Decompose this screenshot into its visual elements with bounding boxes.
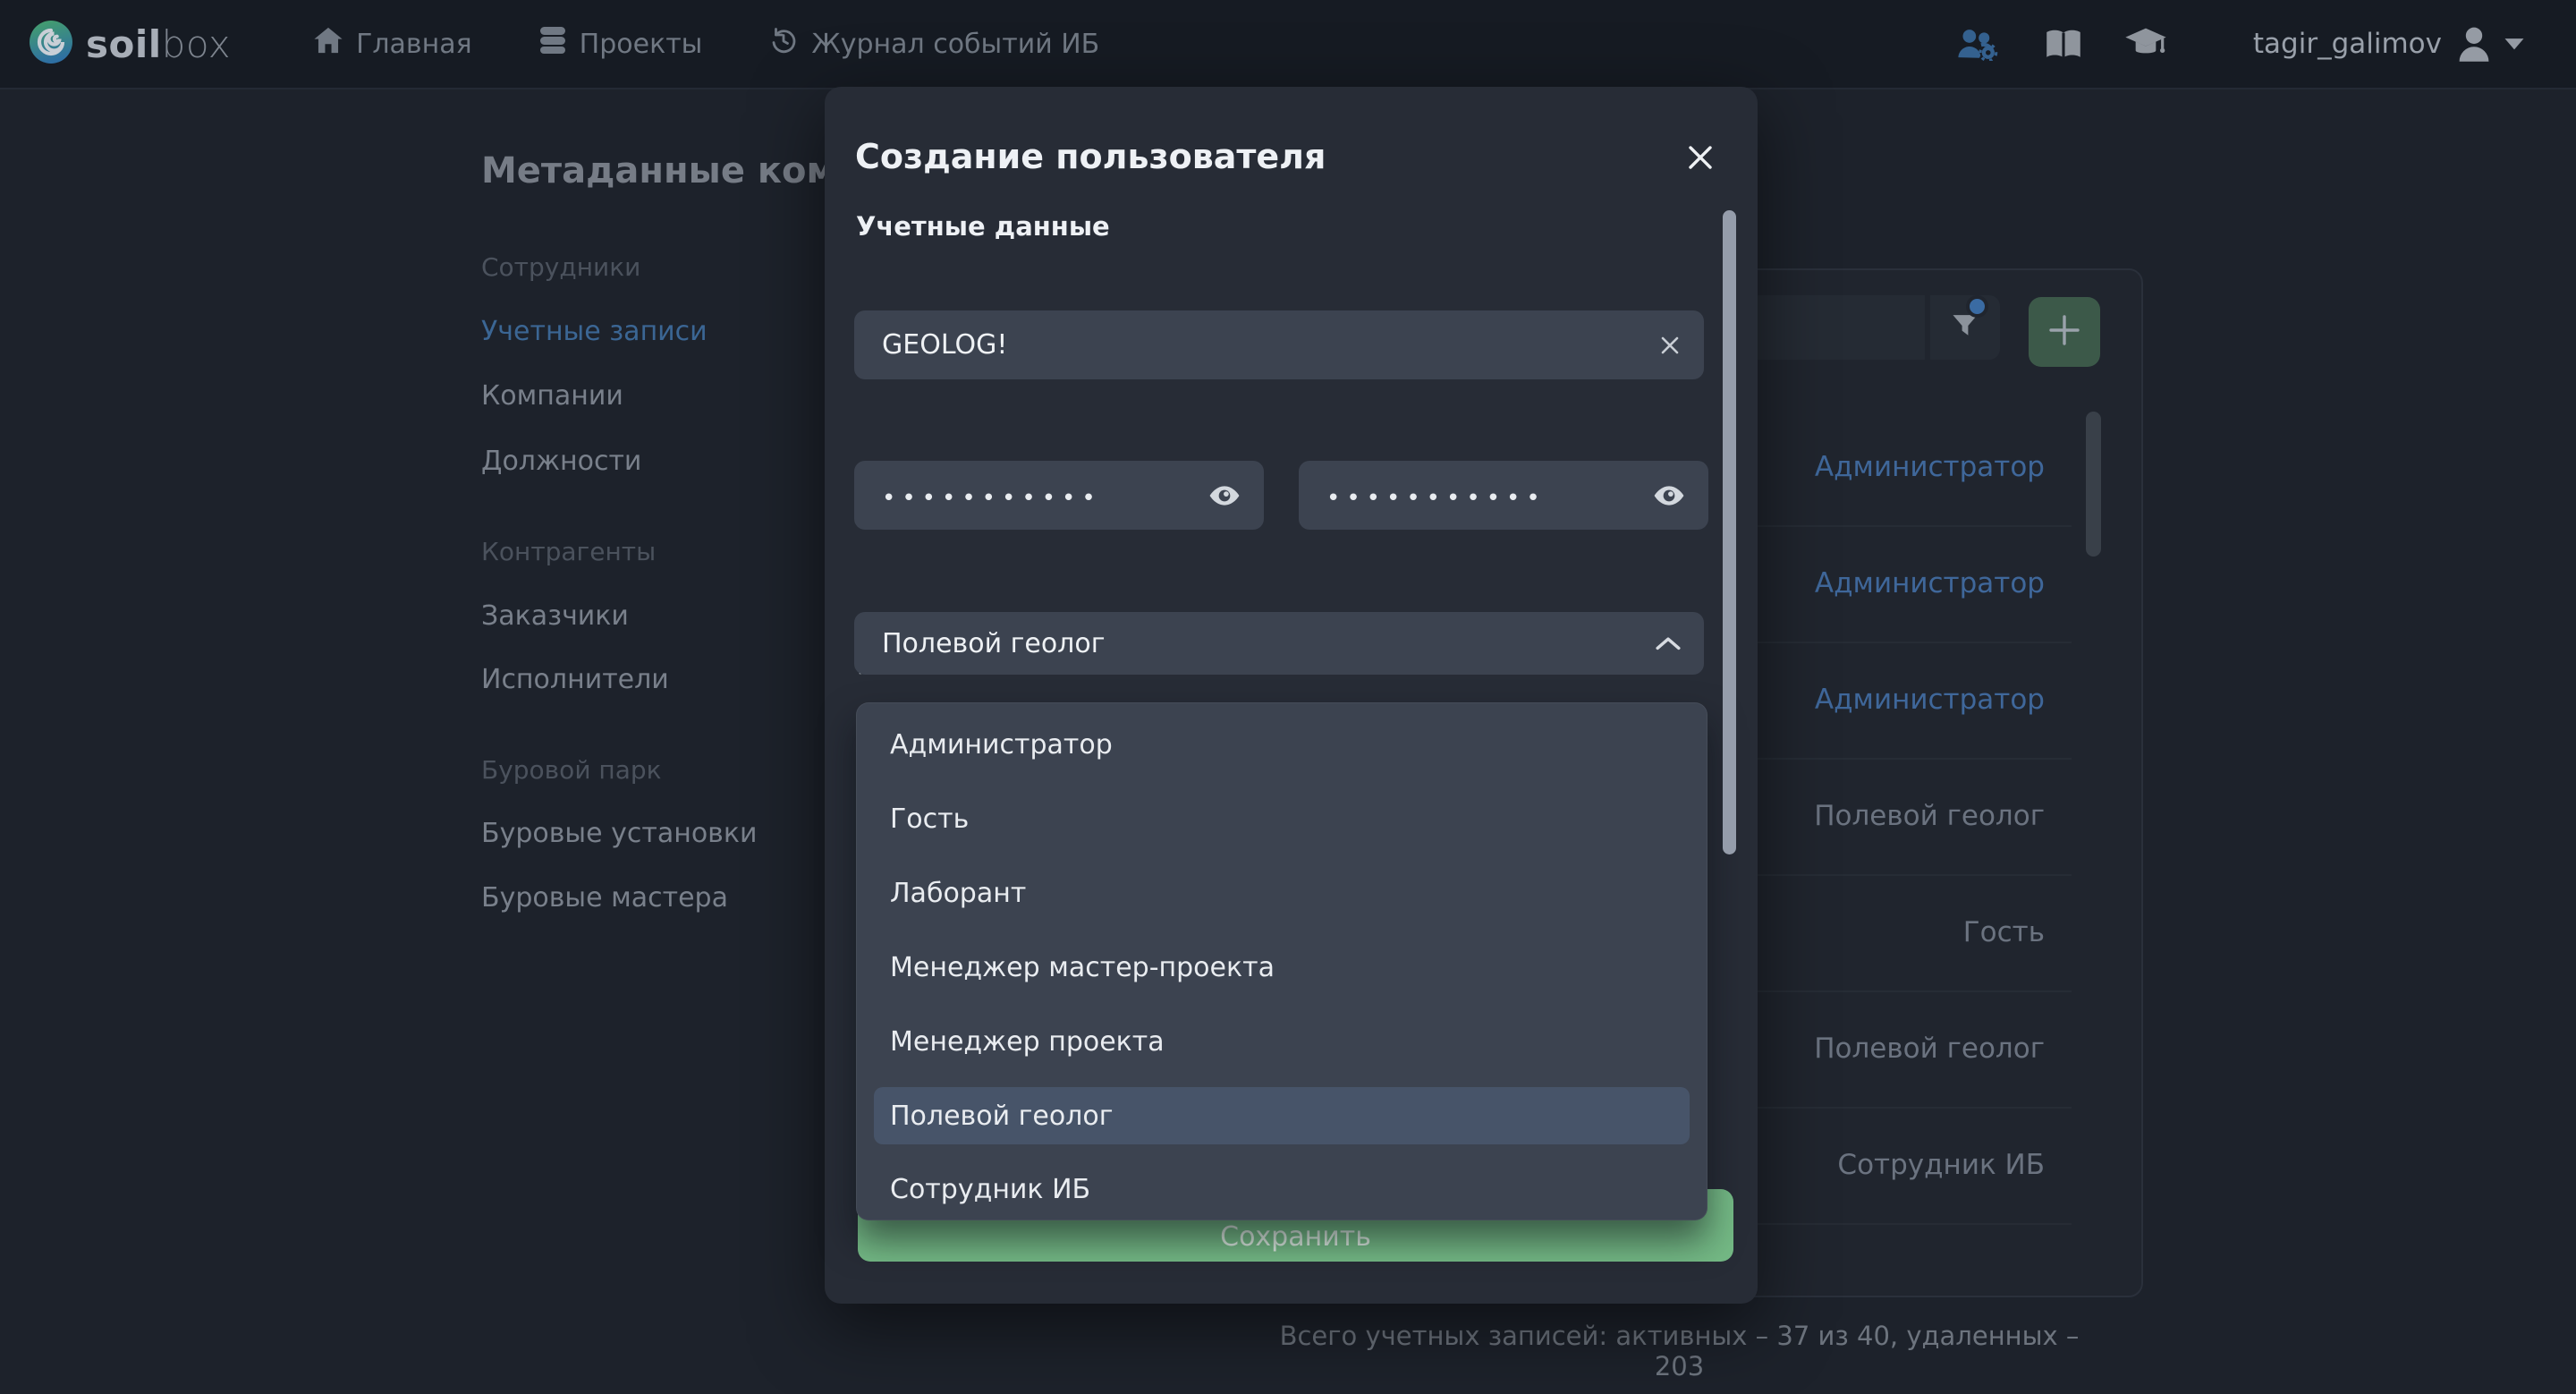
modal-title: Создание пользователя [855, 137, 1326, 176]
brand-name: soilbox [86, 22, 231, 66]
nav-home[interactable]: Главная [313, 26, 472, 62]
chevron-down-icon[interactable] [2504, 38, 2524, 50]
app-window: soilbox Главная Проекты [0, 0, 2576, 1394]
training-cap-icon[interactable] [2124, 26, 2167, 62]
filter-button[interactable] [1930, 295, 2000, 360]
sidebar-item-drill-masters[interactable]: Буровые мастера [481, 882, 728, 914]
nav-home-label: Главная [356, 29, 472, 60]
password-masked-value: ••••••••••• [882, 485, 1102, 512]
home-icon [313, 26, 343, 62]
table-row-role[interactable]: Полевой геолог [1814, 800, 2045, 832]
role-option-guest[interactable]: Гость [857, 782, 1707, 856]
modal-scrollbar-thumb[interactable] [1723, 210, 1736, 854]
role-dropdown-list: Администратор Гость Лаборант Менеджер ма… [856, 702, 1707, 1220]
funnel-icon [1952, 314, 1979, 341]
user-management-icon[interactable] [1956, 27, 1999, 61]
table-row-role[interactable]: Администратор [1815, 451, 2045, 483]
sidebar-item-companies[interactable]: Компании [481, 380, 623, 412]
sidebar-item-drill-rigs[interactable]: Буровые установки [481, 818, 757, 849]
soilbox-spiral-icon [30, 21, 72, 67]
sidebar-item-positions[interactable]: Должности [481, 446, 641, 477]
password-field[interactable]: ••••••••••• [854, 461, 1264, 530]
chevron-up-icon [1656, 636, 1681, 650]
create-user-modal: Создание пользователя Учетные данные Лог… [825, 87, 1758, 1304]
table-scrollbar-thumb[interactable] [2086, 412, 2101, 557]
nav-security-log[interactable]: Журнал событий ИБ [768, 25, 1099, 63]
nav-security-log-label: Журнал событий ИБ [811, 29, 1099, 60]
sidebar-header-employees: Сотрудники [481, 252, 640, 282]
database-icon [538, 26, 567, 62]
role-option-administrator[interactable]: Администратор [857, 708, 1707, 782]
role-select[interactable]: Полевой геолог [854, 612, 1704, 675]
clear-input-icon[interactable] [1659, 335, 1681, 356]
top-navigation-bar: soilbox Главная Проекты [0, 0, 2576, 89]
sidebar-item-executors[interactable]: Исполнители [481, 664, 669, 695]
table-row-role[interactable]: Сотрудник ИБ [1837, 1149, 2045, 1181]
credentials-section-header: Учетные данные [856, 211, 1110, 242]
role-selected-value: Полевой геолог [882, 628, 1105, 659]
table-row-role[interactable]: Полевой геолог [1814, 1033, 2045, 1065]
user-avatar-icon[interactable] [2456, 25, 2492, 63]
main-nav: Главная Проекты [313, 25, 1165, 63]
role-option-master-project-manager[interactable]: Менеджер мастер-проекта [857, 931, 1707, 1005]
sidebar-header-contractors: Контрагенты [481, 537, 656, 566]
eye-icon[interactable] [1208, 484, 1241, 507]
sidebar-item-accounts[interactable]: Учетные записи [481, 316, 708, 347]
filter-notification-dot [1966, 295, 1988, 318]
topbar-actions: tagir_galimov [1956, 25, 2524, 63]
docs-book-icon[interactable] [2044, 27, 2083, 61]
eye-icon[interactable] [1653, 484, 1685, 507]
confirm-password-masked-value: ••••••••••• [1326, 485, 1546, 512]
role-option-lab-assistant[interactable]: Лаборант [857, 856, 1707, 931]
table-row-role[interactable]: Администратор [1815, 567, 2045, 599]
login-field[interactable]: GEOLOG! [854, 310, 1704, 379]
plus-icon [2047, 313, 2081, 351]
add-user-button[interactable] [2029, 297, 2100, 367]
role-option-field-geologist[interactable]: Полевой геолог [874, 1087, 1690, 1144]
role-option-project-manager[interactable]: Менеджер проекта [857, 1005, 1707, 1079]
table-row-role[interactable]: Администратор [1815, 684, 2045, 716]
brand-logo[interactable]: soilbox [30, 21, 231, 67]
nav-projects[interactable]: Проекты [538, 26, 703, 62]
close-icon[interactable] [1682, 139, 1719, 176]
accounts-summary: Всего учетных записей: активных – 37 из … [1261, 1321, 2097, 1381]
nav-projects-label: Проекты [580, 29, 703, 60]
history-icon [768, 25, 799, 63]
table-row-role[interactable]: Гость [1963, 916, 2045, 948]
sidebar-item-customers[interactable]: Заказчики [481, 600, 629, 632]
confirm-password-field[interactable]: ••••••••••• [1299, 461, 1708, 530]
page-title: Метаданные компа [481, 150, 828, 191]
login-value: GEOLOG! [882, 329, 1007, 361]
role-option-security-officer[interactable]: Сотрудник ИБ [857, 1152, 1707, 1227]
current-username[interactable]: tagir_galimov [2253, 28, 2442, 60]
sidebar-header-drill-park: Буровой парк [481, 755, 662, 785]
